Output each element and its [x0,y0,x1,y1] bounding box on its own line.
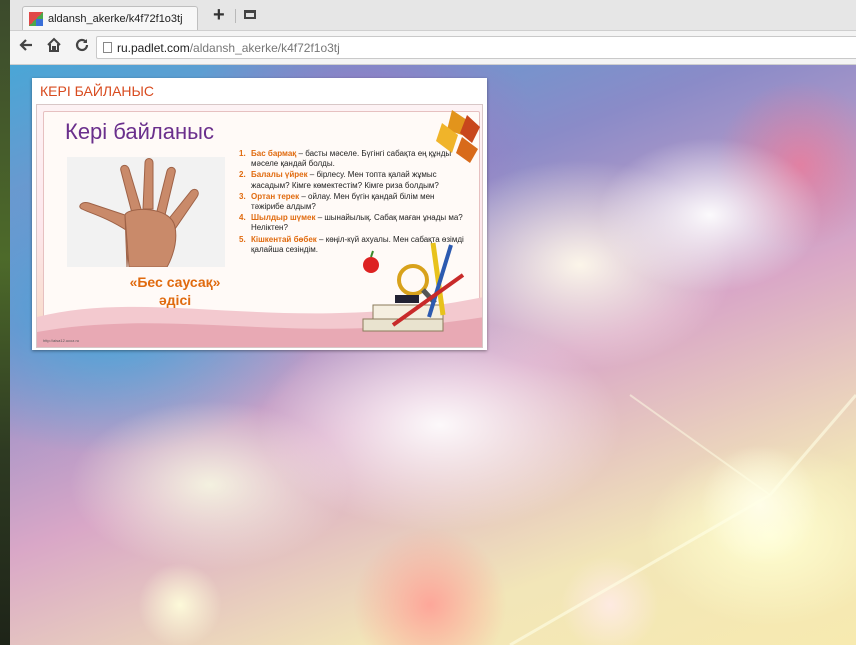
list-item-number: 1. [239,149,246,158]
list-item-keyword: Балалы үйрек [251,170,308,180]
address-bar[interactable]: ru.padlet.com/aldansh_akerke/k4f72f1o3tj [96,36,856,59]
list-item: 2. Балалы үйрек – бірлесу. Мен топта қал… [239,170,469,190]
home-icon [47,37,61,52]
list-item-keyword: Бас бармақ [251,149,297,158]
list-item-keyword: Ортан терек [251,191,300,201]
reload-button[interactable] [74,37,90,58]
list-item-number: 2. [239,170,246,180]
method-title: «Бес саусақ» әдісі [115,273,235,309]
browser-tab-bar: aldansh_akerke/k4f72f1o3tj + [10,0,856,31]
back-arrow-icon [19,39,32,51]
tab-separator [235,9,236,23]
padlet-wall-background: КЕРІ БАЙЛАНЫС Кері байланыс «Бес саусақ»… [10,65,856,645]
method-title-line2: әдісі [158,292,192,308]
url-domain: ru.padlet.com [117,40,190,55]
school-supplies-icon [362,242,465,332]
tab-title: aldansh_akerke/k4f72f1o3tj [48,12,183,25]
home-button[interactable] [46,37,62,58]
padlet-favicon-icon [29,11,43,26]
hand-icon [67,157,225,268]
new-tab-button[interactable]: + [213,5,225,25]
hand-image [67,157,225,268]
list-item-number: 4. [239,213,246,223]
list-item-keyword: Кішкентай бөбек [251,234,317,244]
browser-tab[interactable]: aldansh_akerke/k4f72f1o3tj [22,6,198,30]
list-item: 4. Шылдыр шүмек – шынайылық. Сабақ маған… [239,213,469,233]
list-item-number: 3. [239,191,246,201]
left-desktop-strip [0,0,10,645]
browser-toolbar: ru.padlet.com/aldansh_akerke/k4f72f1o3tj [10,31,856,65]
list-item: 3. Ортан терек – ойлау. Мен бүгін қандай… [239,192,469,212]
url-path: /aldansh_akerke/k4f72f1o3tj [189,40,340,55]
back-button[interactable] [18,37,34,58]
post-title: КЕРІ БАЙЛАНЫС [40,83,155,99]
page-icon [103,42,112,53]
slide-image: Кері байланыс «Бес саусақ» әдісі 1. Бас … [36,104,483,348]
slide-footer-url: http://aisa12.ucoz.ru [43,338,80,343]
window-icon[interactable] [244,10,256,19]
autumn-leaves-icon [436,110,480,163]
method-title-line1: «Бес саусақ» [129,274,221,290]
list-item-number: 5. [239,234,246,244]
list-item-keyword: Шылдыр шүмек [251,213,316,223]
reload-icon [75,38,89,52]
slide-heading: Кері байланыс [65,119,214,144]
padlet-post[interactable]: КЕРІ БАЙЛАНЫС Кері байланыс «Бес саусақ»… [32,78,487,350]
